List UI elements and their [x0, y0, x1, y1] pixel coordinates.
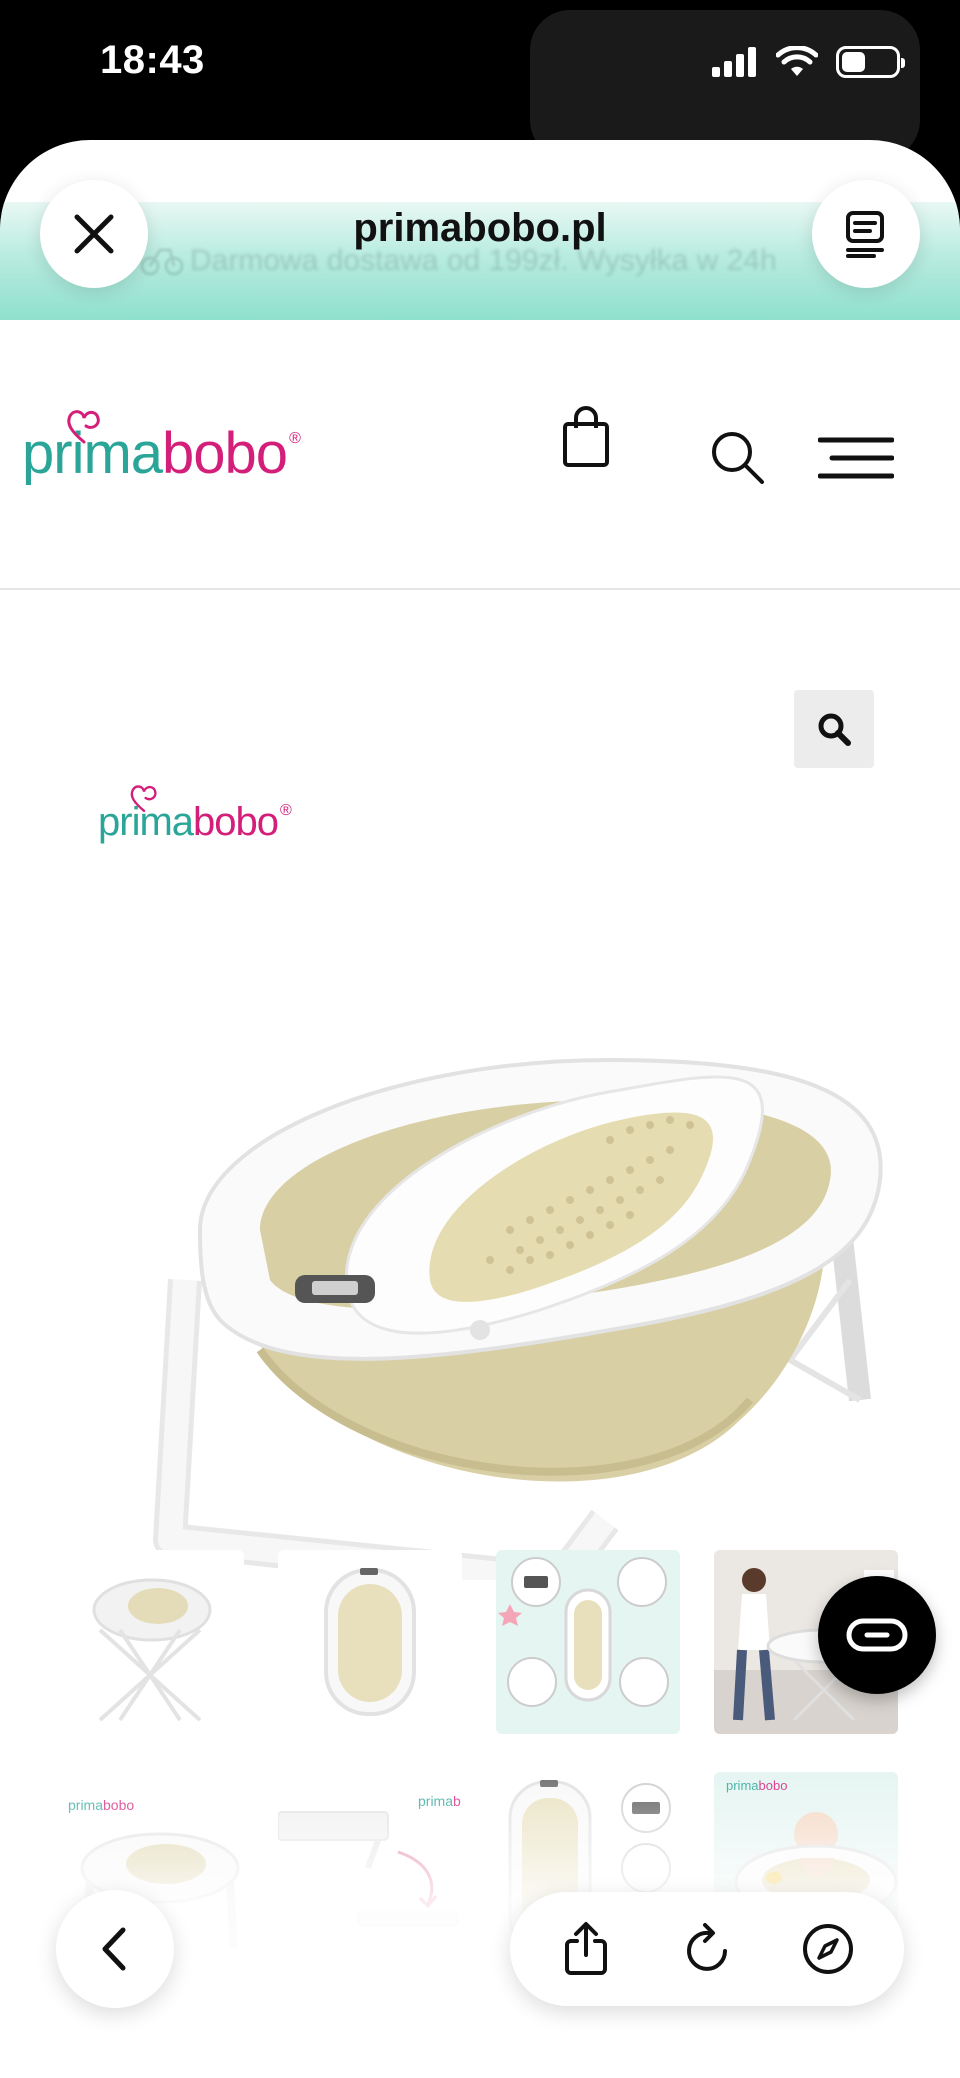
- heart-logo-icon: [67, 410, 100, 444]
- compass-icon: [802, 1924, 853, 1974]
- thumbnail-image: [496, 1550, 680, 1734]
- battery-icon: [836, 46, 905, 78]
- reader-mode-icon: [846, 211, 884, 258]
- status-bar: 18:43: [0, 0, 960, 160]
- bottom-toolbar: [510, 1892, 904, 2006]
- back-icon: [102, 1927, 126, 1971]
- reader-mode-button[interactable]: [812, 180, 920, 288]
- back-button[interactable]: [56, 1890, 174, 2008]
- reload-button[interactable]: [667, 1909, 747, 1989]
- hamburger-menu-icon: [818, 437, 894, 479]
- cellular-signal-icon: [712, 47, 756, 77]
- share-button[interactable]: [546, 1909, 626, 1989]
- site-logo[interactable]: primabobo ®: [22, 410, 301, 487]
- magnifier-icon: [818, 713, 851, 746]
- thumbnail-bath-on-stand[interactable]: [60, 1550, 244, 1734]
- share-icon: [565, 1922, 608, 1975]
- shopping-bag-icon: [563, 406, 609, 467]
- logo-registered-mark: ®: [289, 430, 301, 447]
- browser-url-bar: Darmowa dostawa od 199zł. Wysyłka w 24h …: [0, 140, 960, 320]
- battery-level: [842, 52, 865, 72]
- product-image-baby-bath[interactable]: [90, 760, 910, 1580]
- reload-icon: [687, 1923, 727, 1971]
- battery-tip: [901, 58, 905, 68]
- search-icon: [712, 432, 764, 484]
- browser-sheet: Darmowa dostawa od 199zł. Wysyłka w 24h …: [0, 140, 960, 2078]
- thumbnail-bath-features-infographic[interactable]: [496, 1550, 680, 1734]
- wifi-icon: [776, 46, 818, 76]
- site-search-button[interactable]: [708, 428, 768, 488]
- menu-button[interactable]: [818, 430, 894, 486]
- thumbnail-bath-top-view[interactable]: [278, 1550, 462, 1734]
- safari-compass-button[interactable]: [788, 1909, 868, 1989]
- thumbnail-image: [278, 1550, 462, 1734]
- close-button[interactable]: [40, 180, 148, 288]
- logo-text-bobo: bobo: [162, 421, 288, 486]
- zoom-image-button[interactable]: [794, 690, 874, 768]
- thumbnail-image: [60, 1550, 244, 1734]
- status-time: 18:43: [100, 38, 205, 82]
- site-header: primabobo ®: [0, 340, 960, 590]
- chat-button[interactable]: [818, 1576, 936, 1694]
- chat-bubble-icon: [846, 1618, 908, 1652]
- close-icon: [74, 214, 114, 254]
- status-icons: [712, 46, 905, 78]
- cart-button[interactable]: [554, 400, 618, 474]
- background-app-shadow: [530, 10, 920, 160]
